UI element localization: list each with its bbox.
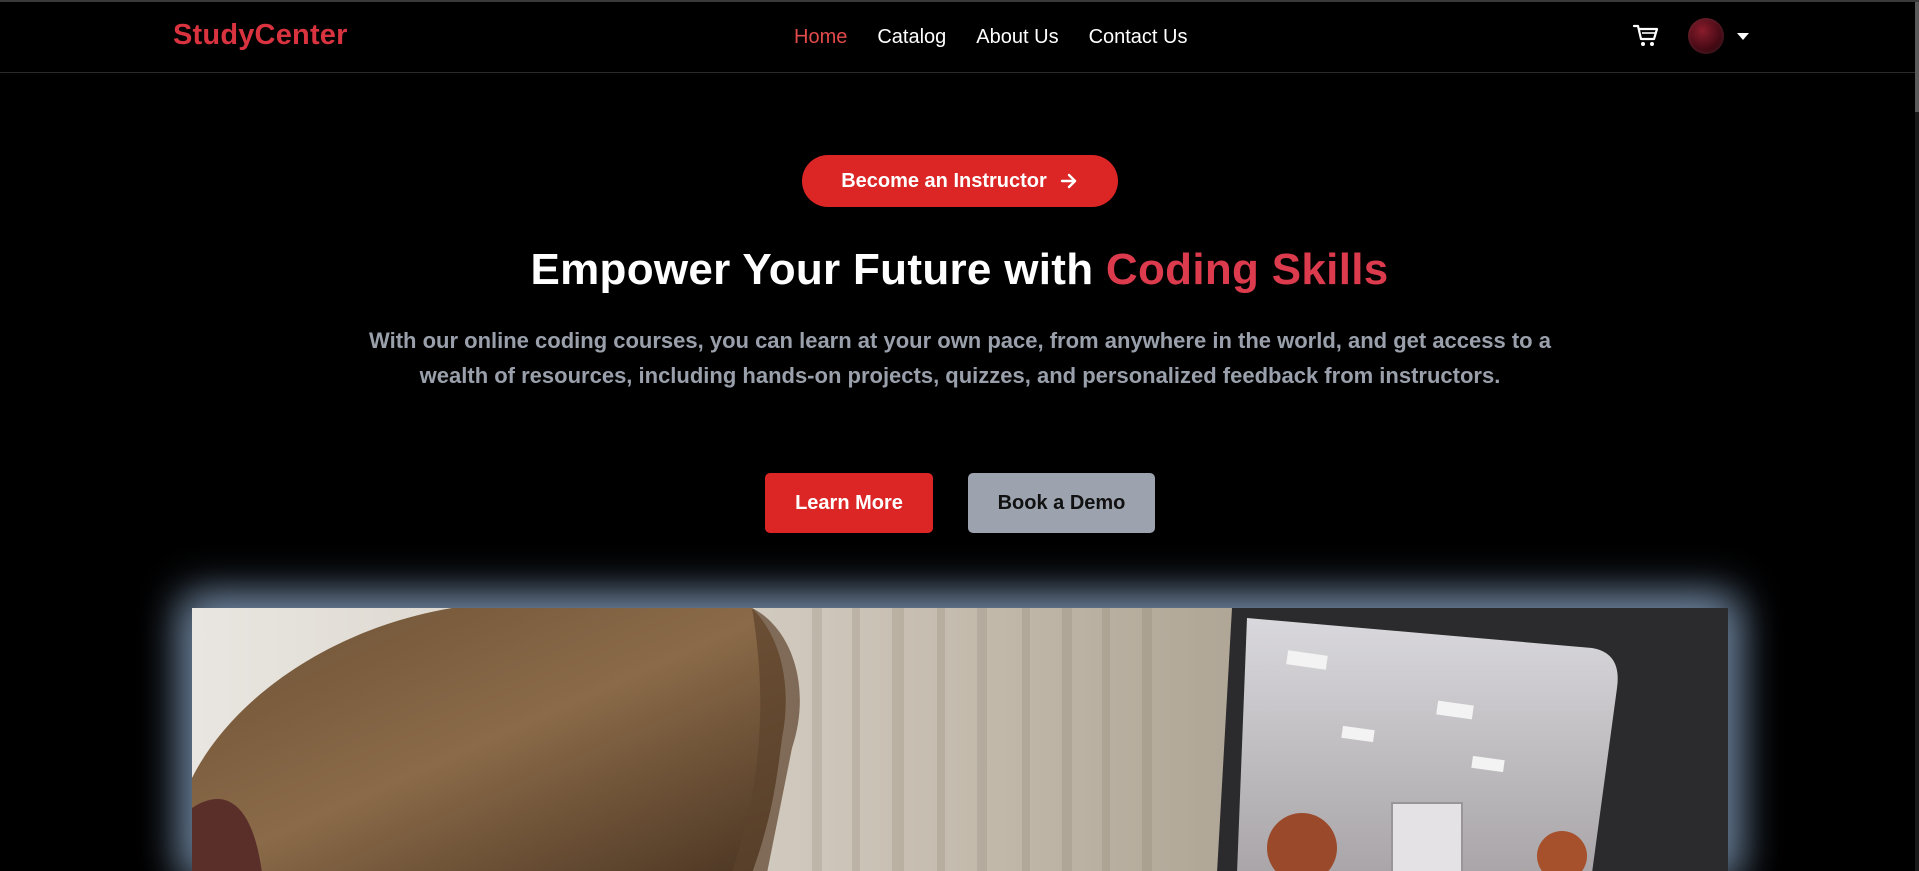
book-demo-button[interactable]: Book a Demo <box>968 473 1155 533</box>
headline-main: Empower Your Future with <box>530 245 1106 294</box>
scrollbar-thumb[interactable] <box>1915 2 1919 112</box>
hero-image <box>192 608 1728 871</box>
avatar[interactable] <box>1688 18 1724 54</box>
learn-more-button[interactable]: Learn More <box>765 473 933 533</box>
nav-links: Home Catalog About Us Contact Us <box>794 26 1218 49</box>
caret-down-icon[interactable] <box>1737 32 1749 40</box>
nav-link-home[interactable]: Home <box>794 26 847 49</box>
become-instructor-label: Become an Instructor <box>841 169 1047 192</box>
brand-logo[interactable]: StudyCenter <box>173 19 348 52</box>
headline-accent: Coding Skills <box>1105 245 1389 294</box>
page: StudyCenter Home Catalog About Us Contac… <box>0 0 1919 871</box>
cart-icon[interactable] <box>1631 20 1661 50</box>
nav-link-contact-us[interactable]: Contact Us <box>1089 26 1188 49</box>
nav-link-about-us[interactable]: About Us <box>976 26 1058 49</box>
become-instructor-button[interactable]: Become an Instructor <box>802 155 1118 207</box>
arrow-right-icon <box>1059 171 1079 191</box>
navbar: StudyCenter Home Catalog About Us Contac… <box>0 2 1915 73</box>
user-menu[interactable] <box>1688 18 1749 54</box>
hero-headline: Empower Your Future with Coding Skills <box>0 245 1919 295</box>
scrollbar[interactable] <box>1915 2 1919 871</box>
hero-subtext: With our online coding courses, you can … <box>369 328 1551 388</box>
nav-link-catalog[interactable]: Catalog <box>877 26 946 49</box>
